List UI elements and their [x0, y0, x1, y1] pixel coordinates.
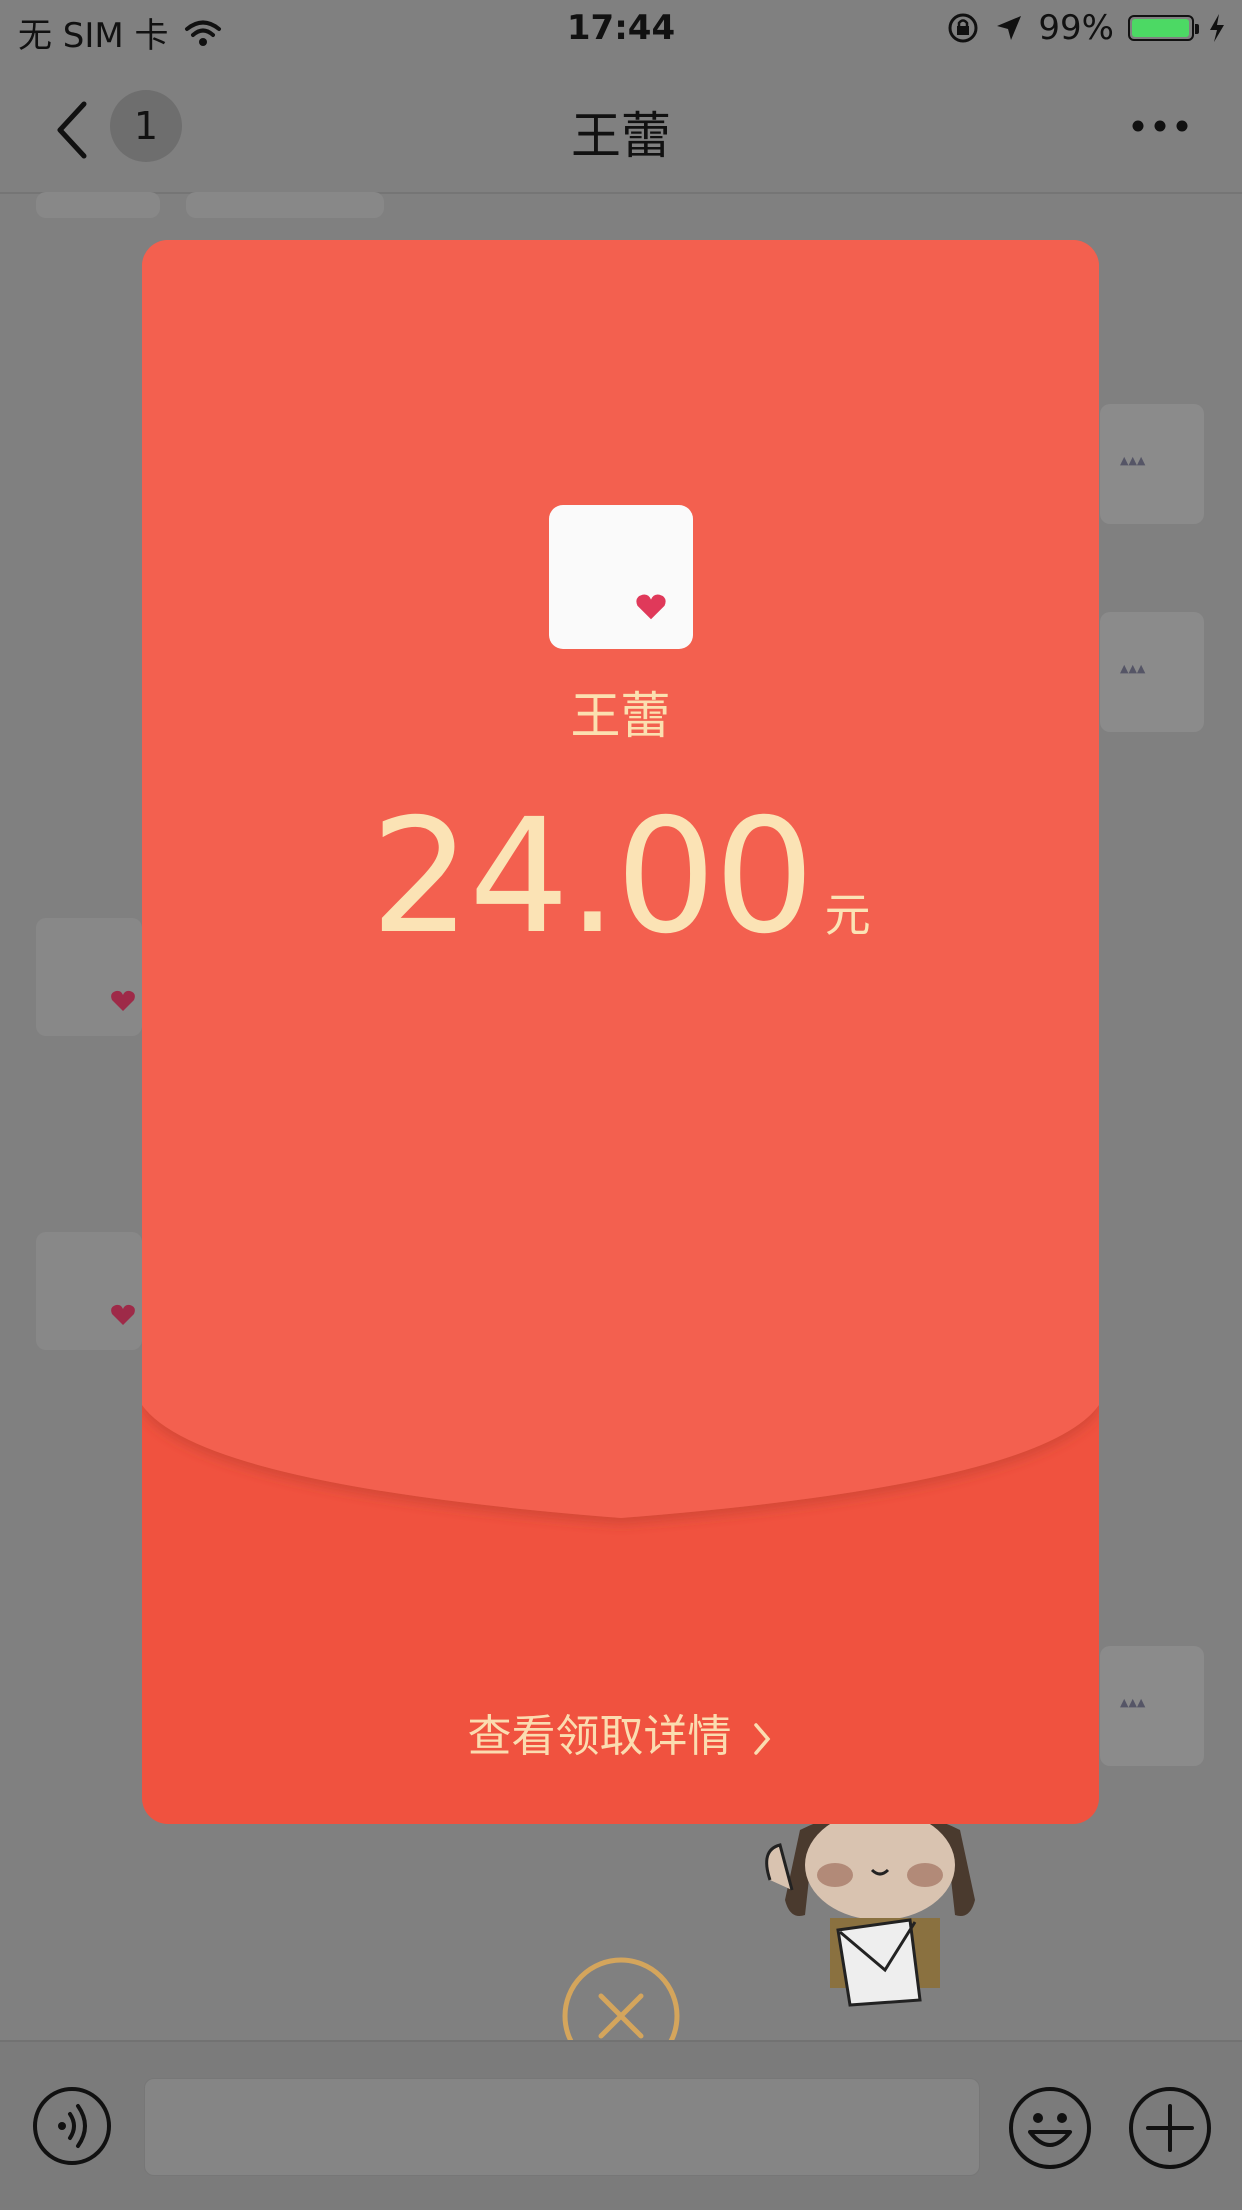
- red-packet-flap: [142, 240, 1099, 1518]
- chevron-right-icon: [753, 1723, 770, 1755]
- plus-circle-icon[interactable]: [1128, 2086, 1212, 2170]
- battery-percent: 99%: [1038, 8, 1114, 48]
- status-right: 99%: [946, 8, 1226, 48]
- red-packet-modal: 王蕾 24.00 元 查看领取详情: [142, 240, 1099, 1824]
- card-logo-icon: ▲▲▲: [1120, 454, 1146, 467]
- chat-bubble: [36, 1232, 142, 1350]
- charging-bolt-icon: [1210, 14, 1224, 42]
- rotation-lock-icon: [948, 13, 978, 43]
- chat-link-card: ▲▲▲: [1100, 404, 1204, 524]
- heart-icon: [111, 990, 135, 1011]
- amount-value: 24.00: [370, 785, 814, 969]
- card-logo-icon: ▲▲▲: [1120, 1696, 1146, 1709]
- chat-title: 王蕾: [571, 107, 671, 165]
- heart-icon: [111, 1304, 135, 1325]
- view-details-link[interactable]: 查看领取详情: [142, 1700, 1099, 1764]
- input-bar: [0, 2040, 1242, 2210]
- chat-bubble: [36, 918, 142, 1036]
- sender-name: 王蕾: [570, 687, 671, 745]
- message-input[interactable]: [144, 2078, 980, 2176]
- location-arrow-icon: [997, 16, 1022, 40]
- voice-icon[interactable]: [32, 2086, 112, 2166]
- amount-unit: 元: [824, 888, 871, 942]
- nav-bar: 1 王蕾: [0, 60, 1242, 194]
- chat-link-card: ▲▲▲: [1100, 1646, 1204, 1766]
- girl-sticker-image: [765, 1810, 975, 2007]
- chat-bubble: [186, 192, 384, 218]
- more-dots-icon[interactable]: [1130, 116, 1190, 136]
- battery-fill: [1132, 19, 1190, 37]
- heart-icon: [636, 594, 666, 620]
- battery-icon: [1128, 15, 1199, 41]
- status-bar: 无 SIM 卡 17:44 99%: [0, 0, 1242, 60]
- amount-row: 24.00 元: [142, 785, 1099, 969]
- sender-avatar[interactable]: [549, 505, 693, 649]
- view-details-label: 查看领取详情: [467, 1711, 732, 1762]
- chat-bubble: [36, 192, 160, 218]
- emoji-icon[interactable]: [1008, 2086, 1092, 2170]
- card-logo-icon: ▲▲▲: [1120, 662, 1146, 675]
- chat-link-card: ▲▲▲: [1100, 612, 1204, 732]
